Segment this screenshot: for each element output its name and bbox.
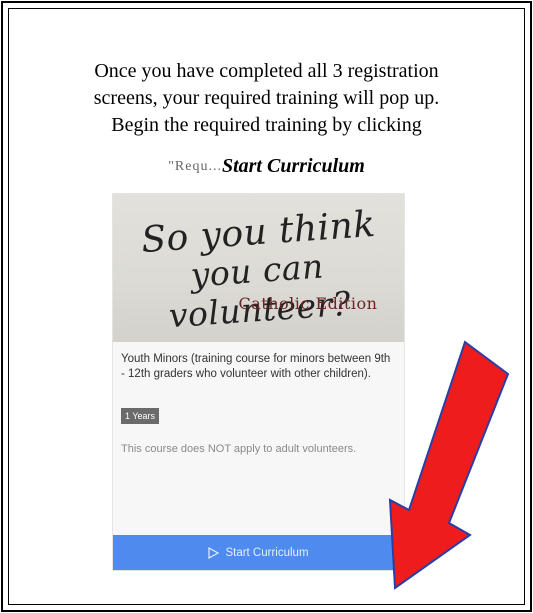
faded-prefix-text: "Requ...	[168, 159, 222, 174]
course-banner-image: So you think you can volunteer? Catholic…	[113, 194, 404, 342]
instructions-line-2: screens, your required training will pop…	[93, 87, 440, 109]
play-outline-icon	[208, 546, 220, 559]
cta-text: Start Curriculum	[221, 155, 365, 177]
start-curriculum-button[interactable]: Start Curriculum	[113, 535, 404, 570]
instructions-cta-line: "Requ...Start Curriculum	[40, 153, 493, 180]
duration-badge: 1 Years	[121, 408, 160, 424]
start-curriculum-label: Start Curriculum	[225, 546, 309, 559]
instructions-text: Once you have completed all 3 registrati…	[40, 58, 493, 139]
instructions-line-1: Once you have completed all 3 registrati…	[94, 60, 439, 82]
course-note: This course does NOT apply to adult volu…	[121, 443, 357, 455]
instructions-line-3: Begin the required training by clicking	[111, 114, 422, 136]
course-description: Youth Minors (training course for minors…	[121, 353, 391, 380]
course-card: So you think you can volunteer? Catholic…	[112, 193, 405, 571]
banner-subtitle: Catholic Edition	[238, 294, 378, 313]
